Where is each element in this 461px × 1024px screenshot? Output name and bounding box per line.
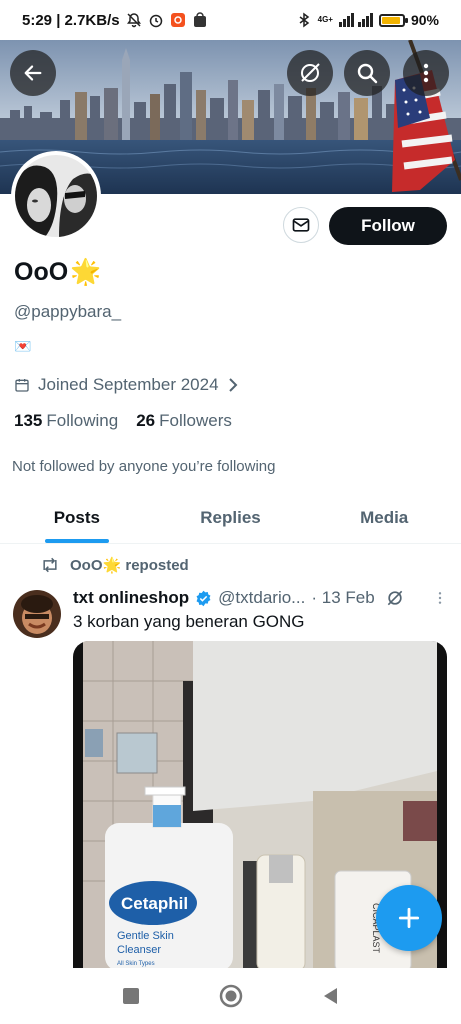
following-link[interactable]: 135 Following xyxy=(14,411,118,431)
grok-icon xyxy=(301,63,320,82)
compose-post-button[interactable] xyxy=(376,885,442,951)
search-icon xyxy=(357,63,378,84)
back-triangle-icon[interactable] xyxy=(321,986,341,1006)
network-type: 4G+ xyxy=(317,15,333,24)
followers-count: 26 xyxy=(136,411,156,430)
back-arrow-icon xyxy=(24,65,42,81)
status-bar: 5:29 | 2.7KB/s 4G+ 90% xyxy=(0,0,461,40)
following-count: 135 xyxy=(14,411,43,430)
mail-icon xyxy=(292,218,310,232)
repost-emoji: 🌟 xyxy=(102,557,122,574)
repost-name: OoO xyxy=(70,557,103,574)
profile-avatar-frame[interactable] xyxy=(11,151,101,241)
tab-replies[interactable]: Replies xyxy=(154,492,308,543)
media-product-line1: Gentle Skin xyxy=(117,930,174,942)
follow-button[interactable]: Follow xyxy=(329,207,447,245)
post-header: txt onlineshop @txtdario... · 13 Feb xyxy=(73,588,448,608)
alarm-icon xyxy=(149,14,162,28)
verified-icon xyxy=(196,590,211,606)
followers-link[interactable]: 26 Followers xyxy=(136,411,232,431)
system-nav-bar xyxy=(0,968,461,1024)
back-button[interactable] xyxy=(10,50,56,96)
post-author-handle[interactable]: @txtdario... xyxy=(218,588,305,608)
more-vertical-icon[interactable] xyxy=(432,590,448,606)
shop-app-icon xyxy=(170,13,185,27)
search-button[interactable] xyxy=(344,50,390,96)
user-handle: @pappybara_ xyxy=(14,302,122,321)
status-time: 5:29 | 2.7KB/s xyxy=(22,11,120,29)
media-brand-text: Cetaphil xyxy=(121,894,188,913)
display-name: OoO 🌟 xyxy=(14,258,101,287)
follow-stats: 135 Following 26 Followers xyxy=(14,411,232,431)
avatar xyxy=(15,155,97,237)
more-options-button[interactable] xyxy=(403,50,449,96)
recents-square-icon[interactable] xyxy=(121,986,141,1006)
profile-tabs: Posts Replies Media xyxy=(0,492,461,544)
tab-posts[interactable]: Posts xyxy=(0,492,154,543)
status-left: 5:29 | 2.7KB/s xyxy=(22,12,208,29)
bag-app-icon xyxy=(193,12,206,27)
display-name-text: OoO xyxy=(14,258,69,286)
media-sub-text: All Skin Types xyxy=(117,961,155,967)
calendar-icon xyxy=(15,379,29,392)
joined-text: Joined September 2024 xyxy=(38,375,219,394)
mute-bell-icon xyxy=(126,13,141,28)
followers-label: Followers xyxy=(159,411,232,430)
more-vertical-icon xyxy=(423,63,429,83)
post-author-name[interactable]: txt onlineshop xyxy=(73,588,189,608)
repost-indicator: OoO🌟 reposted xyxy=(40,556,189,574)
battery-icon xyxy=(378,13,408,27)
bio: 💌 xyxy=(14,338,32,354)
post-avatar-image xyxy=(13,590,61,638)
tab-media[interactable]: Media xyxy=(307,492,461,543)
signal-icon xyxy=(338,13,373,27)
post-author-avatar[interactable] xyxy=(13,590,61,638)
post-date[interactable]: · 13 Feb xyxy=(311,588,374,608)
post-text: 3 korban yang beneran GONG xyxy=(73,612,305,631)
repost-label: reposted xyxy=(125,557,189,574)
bluetooth-icon xyxy=(299,12,309,28)
plus-icon xyxy=(398,907,420,929)
display-name-emoji: 🌟 xyxy=(70,258,102,286)
grok-icon[interactable] xyxy=(385,588,405,608)
home-circle-icon[interactable] xyxy=(219,984,243,1008)
message-button[interactable] xyxy=(283,207,319,243)
battery-percent: 90% xyxy=(410,12,439,28)
avatar-image xyxy=(15,155,97,237)
repost-icon xyxy=(43,557,57,573)
joined-date-row[interactable]: Joined September 2024 xyxy=(14,375,239,395)
media-product-line2: Cleanser xyxy=(117,944,161,956)
grok-button[interactable] xyxy=(287,50,333,96)
following-label: Following xyxy=(46,411,119,430)
chevron-right-icon xyxy=(228,378,237,392)
status-right: 4G+ 90% xyxy=(296,12,439,28)
not-followed-note: Not followed by anyone you’re following xyxy=(12,458,276,475)
